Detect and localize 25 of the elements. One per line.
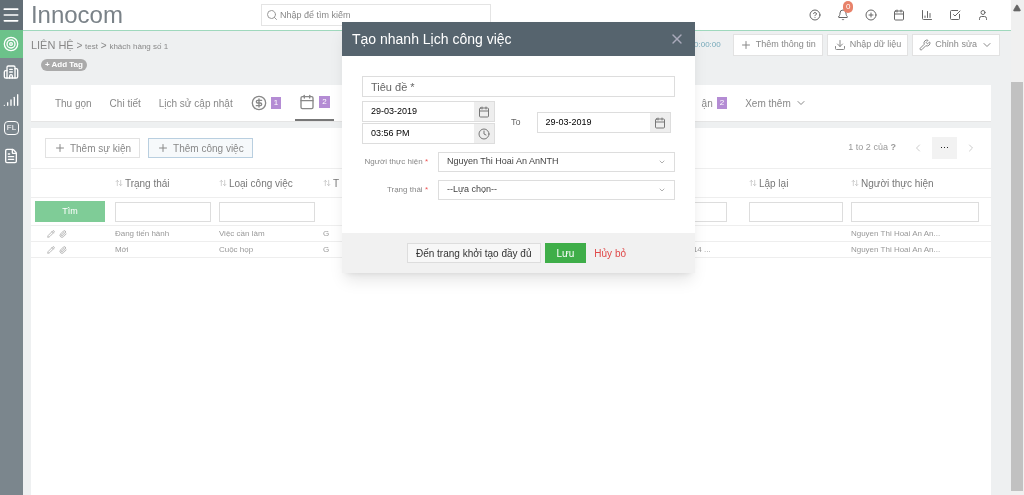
- notification-badge: 0: [842, 1, 854, 13]
- table-cell: G: [322, 227, 330, 240]
- count-badge: 2: [319, 96, 330, 108]
- field-label: Trạng thái *: [385, 184, 429, 196]
- dialog-title: Tạo nhanh Lịch công việc: [352, 29, 513, 49]
- breadcrumb: LIÊN HỆ > test > khách hàng số 1: [30, 37, 169, 53]
- table-cell: Nguyen Thi Hoai An An...: [850, 243, 941, 256]
- tab-label: Thu gọn: [54, 96, 92, 111]
- table-cell: Việc cần làm: [218, 227, 265, 240]
- table-cell: Đang tiến hành: [114, 227, 170, 240]
- count-badge: 1: [270, 97, 282, 109]
- tab-label: Xem thêm: [745, 96, 791, 111]
- tab-label: ận: [701, 96, 713, 111]
- fl-label: FL: [3, 121, 20, 135]
- table-cell: Nguyen Thi Hoai An An...: [850, 227, 941, 240]
- table-cell: Mới: [114, 243, 129, 256]
- pagination-text: 1 to 2 của ?: [848, 141, 896, 155]
- tab-label: Lịch sử cập nhật: [158, 96, 233, 111]
- count-badge: 2: [716, 97, 728, 109]
- logo: Innocom: [30, 3, 124, 27]
- tab-label: Chi tiết: [109, 96, 141, 111]
- table-cell: Cuộc họp: [218, 243, 254, 256]
- to-label: To: [511, 115, 521, 129]
- field-label: Người thực hiện *: [363, 156, 429, 168]
- table-cell: G: [322, 243, 330, 256]
